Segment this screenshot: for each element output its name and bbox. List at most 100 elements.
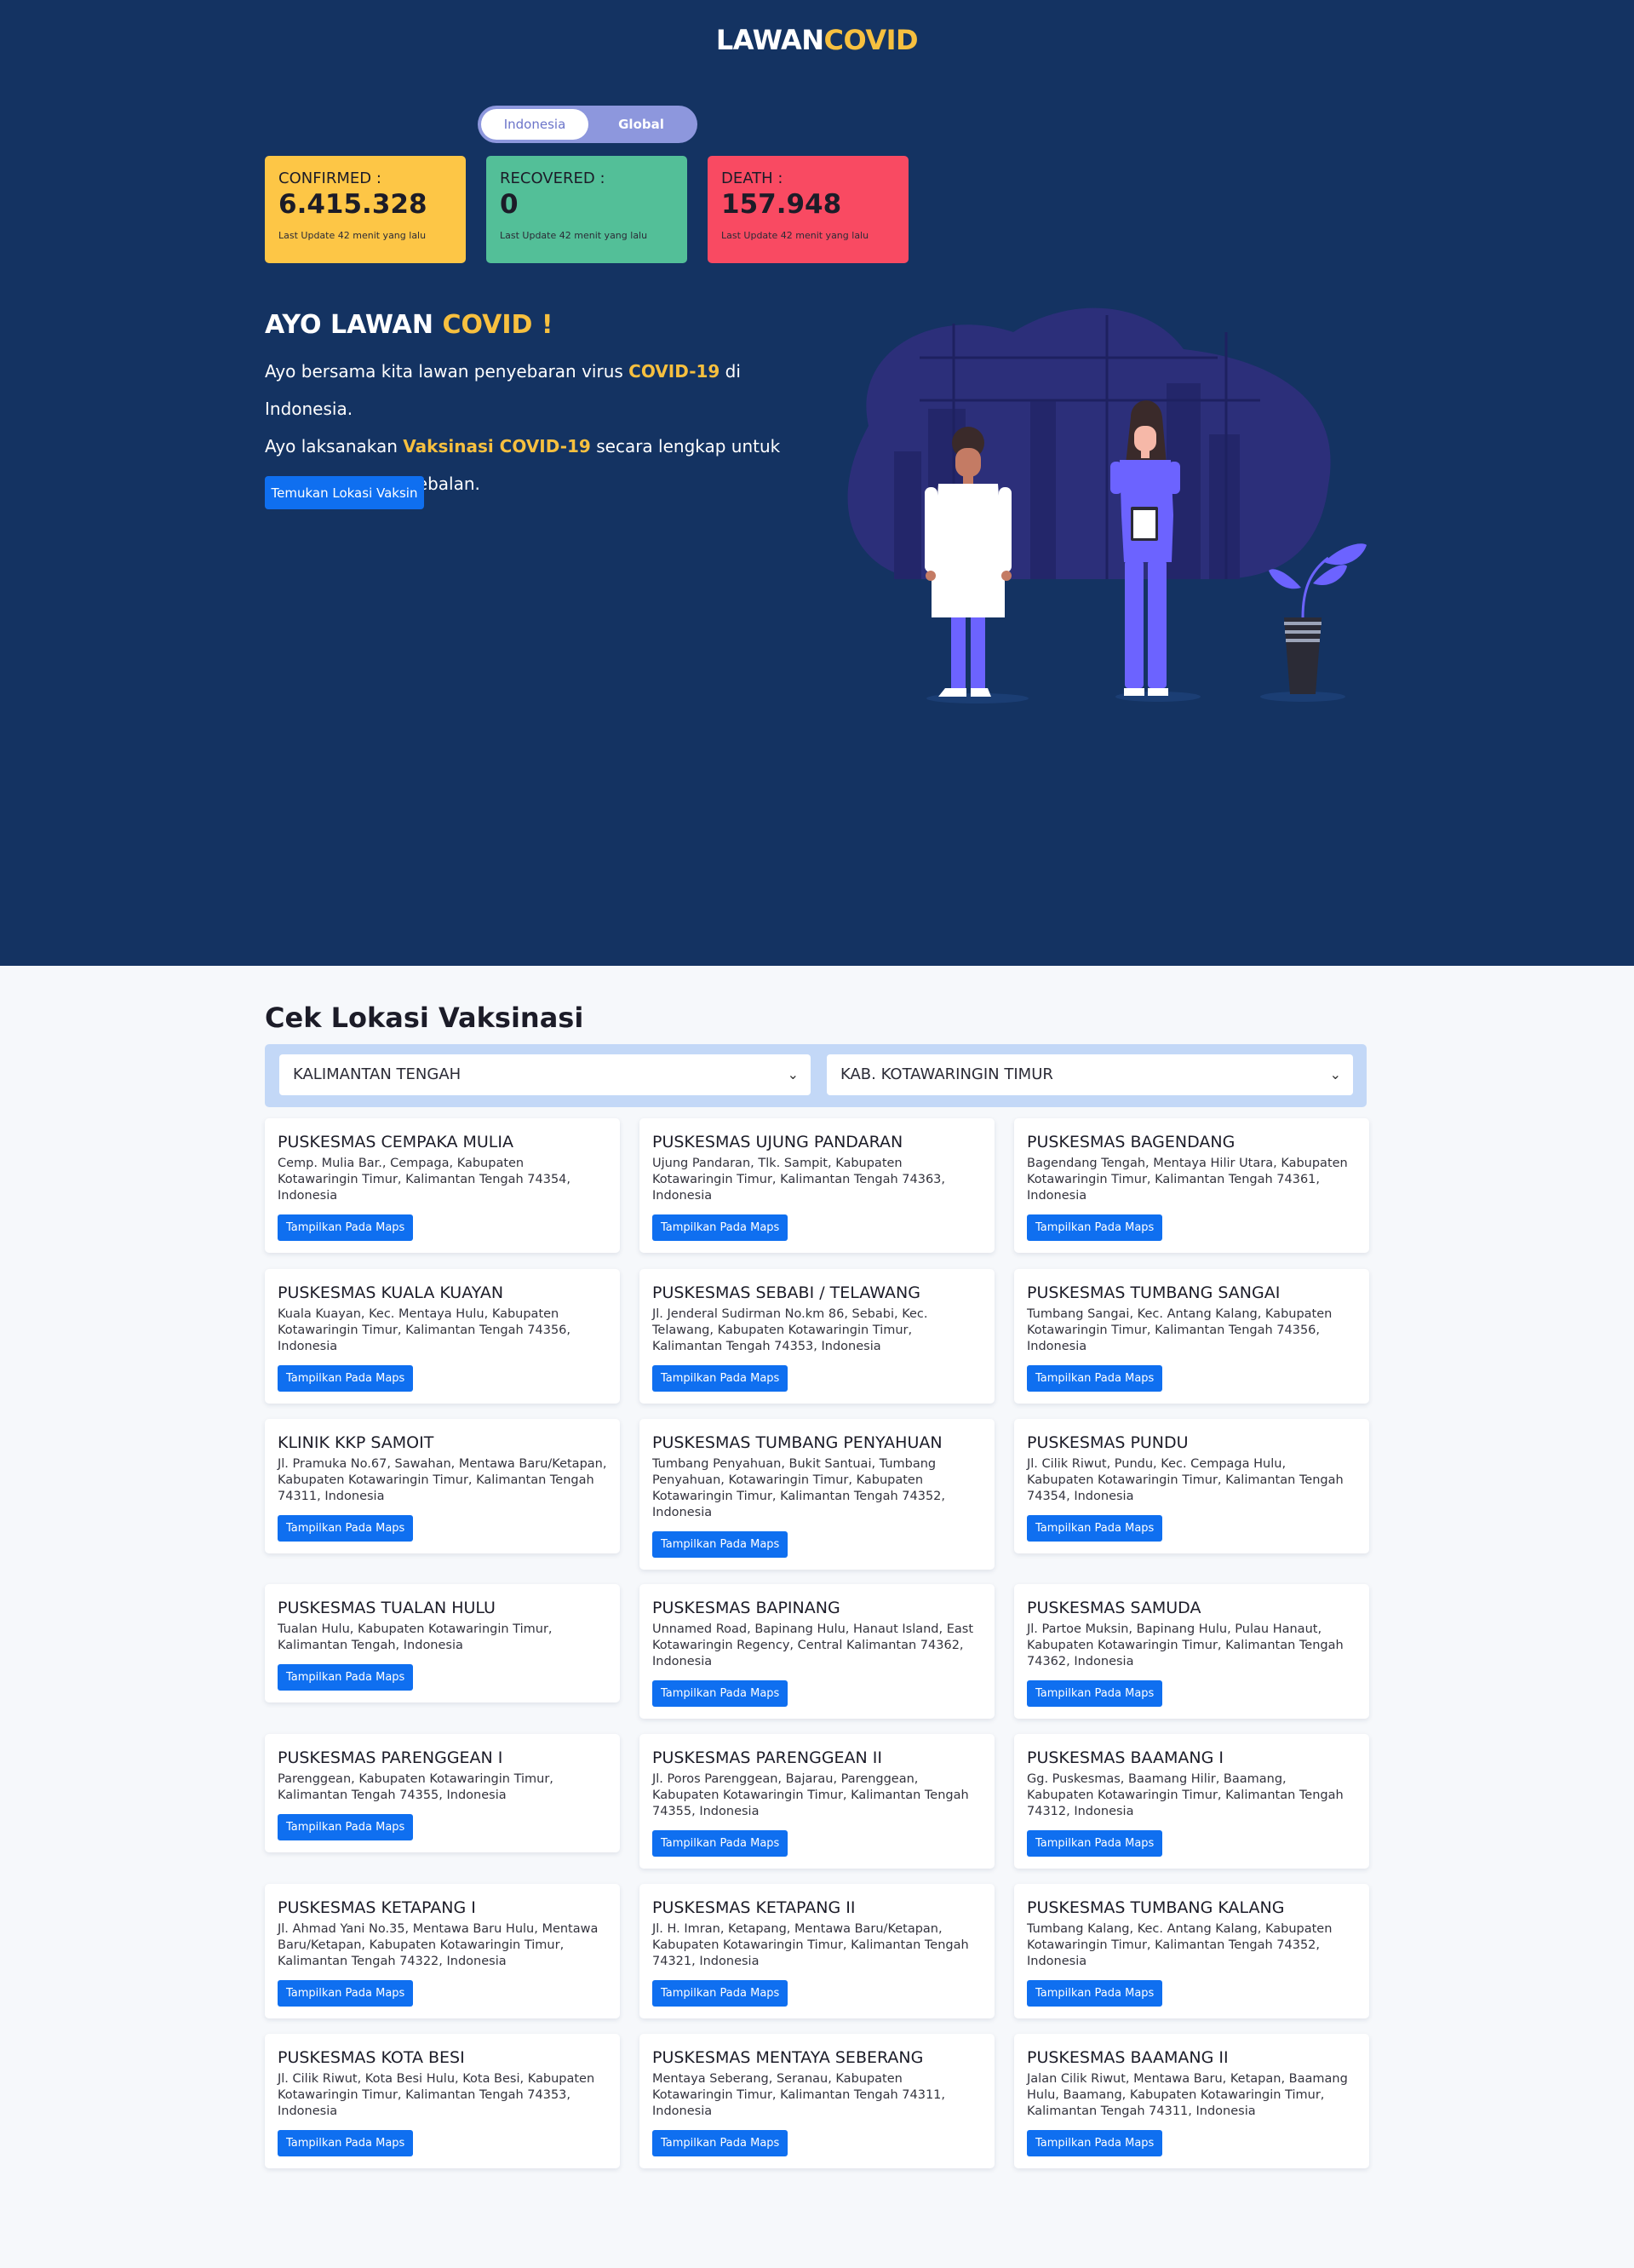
location-name: PUSKESMAS TUALAN HULU — [278, 1599, 496, 1617]
death-card: DEATH : 157.948 Last Update 42 menit yan… — [708, 156, 909, 263]
show-on-maps-button[interactable]: Tampilkan Pada Maps — [278, 1214, 414, 1241]
show-on-maps-button[interactable]: Tampilkan Pada Maps — [652, 2130, 788, 2156]
recovered-card: RECOVERED : 0 Last Update 42 menit yang … — [486, 156, 687, 263]
recovered-label: RECOVERED : — [500, 169, 605, 187]
show-on-maps-button[interactable]: Tampilkan Pada Maps — [278, 1515, 414, 1542]
location-address: Tumbang Sangai, Kec. Antang Kalang, Kabu… — [1027, 1307, 1333, 1353]
location-card: PUSKESMAS BAPINANG Unnamed Road, Bapinang… — [639, 1584, 995, 1719]
toggle-global[interactable]: Global — [588, 109, 694, 140]
location-card: PUSKESMAS KOTA BESI Jl. Cilik Riwut, Kota… — [265, 2034, 620, 2168]
province-select-value: KALIMANTAN TENGAH — [293, 1065, 462, 1083]
location-card: PUSKESMAS PUNDU Jl. Cilik Riwut, Pundu, K… — [1014, 1419, 1369, 1553]
site-logo[interactable]: LAWANCOVID — [0, 24, 1634, 56]
location-card: PUSKESMAS KUALA KUAYAN Kuala Kuayan, Kec.… — [265, 1269, 620, 1404]
location-address: Unnamed Road, Bapinang Hulu, Hanaut Isla… — [652, 1622, 974, 1668]
location-address: Jl. Cilik Riwut, Pundu, Kec. Cempaga Hul… — [1027, 1457, 1344, 1503]
confirmed-card: CONFIRMED : 6.415.328 Last Update 42 men… — [265, 156, 466, 263]
location-card: PUSKESMAS PARENGGEAN II Jl. Poros Parengg… — [639, 1734, 995, 1869]
location-address: Gg. Puskesmas, Baamang Hilir, Baamang, K… — [1027, 1772, 1344, 1818]
toggle-indonesia[interactable]: Indonesia — [481, 109, 588, 140]
hero-section: LAWANCOVID Indonesia Global CONFIRMED : … — [0, 0, 1634, 966]
location-card: PUSKESMAS KETAPANG II Jl. H. Imran, Ketap… — [639, 1884, 995, 2018]
location-card: PUSKESMAS BAAMANG I Gg. Puskesmas, Baaman… — [1014, 1734, 1369, 1869]
find-vaccine-location-button[interactable]: Temukan Lokasi Vaksin — [265, 476, 424, 509]
confirmed-update: Last Update 42 menit yang lalu — [278, 230, 427, 241]
headline-text: AYO LAWAN — [265, 310, 443, 340]
location-card: PUSKESMAS SAMUDA Jl. Partoe Muksin, Bapin… — [1014, 1584, 1369, 1719]
show-on-maps-button[interactable]: Tampilkan Pada Maps — [278, 1664, 414, 1691]
location-address: Parenggean, Kabupaten Kotawaringin Timur… — [278, 1772, 553, 1802]
location-name: PUSKESMAS PARENGGEAN II — [652, 1748, 883, 1767]
location-name: PUSKESMAS KETAPANG I — [278, 1898, 476, 1917]
confirmed-value: 6.415.328 — [278, 189, 427, 220]
location-name: PUSKESMAS TUMBANG KALANG — [1027, 1898, 1285, 1917]
location-address: Bagendang Tengah, Mentaya Hilir Utara, K… — [1027, 1157, 1348, 1203]
logo-part-covid: COVID — [823, 24, 919, 56]
show-on-maps-button[interactable]: Tampilkan Pada Maps — [278, 1980, 414, 2007]
show-on-maps-button[interactable]: Tampilkan Pada Maps — [278, 1365, 414, 1392]
show-on-maps-button[interactable]: Tampilkan Pada Maps — [278, 1814, 414, 1840]
location-card-grid: PUSKESMAS CEMPAKA MULIA Cemp. Mulia Bar.,… — [265, 1118, 1372, 2183]
location-name: PUSKESMAS PUNDU — [1027, 1433, 1189, 1452]
location-name: PUSKESMAS TUMBANG SANGAI — [1027, 1283, 1281, 1302]
show-on-maps-button[interactable]: Tampilkan Pada Maps — [652, 1830, 788, 1857]
location-name: PUSKESMAS SAMUDA — [1027, 1599, 1201, 1617]
location-address: Jl. Partoe Muksin, Bapinang Hulu, Pulau … — [1027, 1622, 1344, 1668]
death-update: Last Update 42 menit yang lalu — [721, 230, 869, 241]
lead-text-3: Ayo laksanakan — [265, 436, 404, 456]
doctors-illustration — [847, 307, 1367, 703]
location-name: PUSKESMAS BAGENDANG — [1027, 1133, 1236, 1151]
location-address: Jl. Poros Parenggean, Bajarau, Parenggea… — [652, 1772, 969, 1818]
location-card: PUSKESMAS KETAPANG I Jl. Ahmad Yani No.35… — [265, 1884, 620, 2018]
show-on-maps-button[interactable]: Tampilkan Pada Maps — [1027, 1680, 1163, 1707]
location-card: PUSKESMAS BAGENDANG Bagendang Tengah, Men… — [1014, 1118, 1369, 1253]
lead-text-1: Ayo bersama kita lawan penyebaran virus — [265, 361, 629, 382]
show-on-maps-button[interactable]: Tampilkan Pada Maps — [1027, 1830, 1163, 1857]
location-address: Jl. Ahmad Yani No.35, Mentawa Baru Hulu,… — [278, 1922, 599, 1968]
show-on-maps-button[interactable]: Tampilkan Pada Maps — [652, 1680, 788, 1707]
show-on-maps-button[interactable]: Tampilkan Pada Maps — [652, 1531, 788, 1558]
plant-figure — [1269, 543, 1367, 694]
show-on-maps-button[interactable]: Tampilkan Pada Maps — [1027, 1980, 1163, 2007]
province-select[interactable]: KALIMANTAN TENGAH ⌄ — [279, 1054, 811, 1095]
hero-headline: AYO LAWAN COVID ! — [265, 310, 553, 340]
location-filter-bar: KALIMANTAN TENGAH ⌄ KAB. KOTAWARINGIN TI… — [265, 1044, 1367, 1107]
location-card: KLINIK KKP SAMOIT Jl. Pramuka No.67, Sawa… — [265, 1419, 620, 1553]
location-name: PUSKESMAS KETAPANG II — [652, 1898, 856, 1917]
location-card: PUSKESMAS UJUNG PANDARAN Ujung Pandaran, … — [639, 1118, 995, 1253]
location-address: Cemp. Mulia Bar., Cempaga, Kabupaten Kot… — [278, 1157, 571, 1203]
regency-select[interactable]: KAB. KOTAWARINGIN TIMUR ⌄ — [827, 1054, 1353, 1095]
show-on-maps-button[interactable]: Tampilkan Pada Maps — [1027, 1365, 1163, 1392]
location-card: PUSKESMAS PARENGGEAN I Parenggean, Kabupa… — [265, 1734, 620, 1852]
show-on-maps-button[interactable]: Tampilkan Pada Maps — [652, 1980, 788, 2007]
location-address: Tumbang Kalang, Kec. Antang Kalang, Kabu… — [1027, 1922, 1333, 1968]
location-name: PUSKESMAS SEBABI / TELAWANG — [652, 1283, 920, 1302]
show-on-maps-button[interactable]: Tampilkan Pada Maps — [278, 2130, 414, 2156]
location-address: Jl. Cilik Riwut, Kota Besi Hulu, Kota Be… — [278, 2072, 595, 2118]
location-name: PUSKESMAS KUALA KUAYAN — [278, 1283, 504, 1302]
location-name: PUSKESMAS TUMBANG PENYAHUAN — [652, 1433, 943, 1452]
location-address: Jl. Jenderal Sudirman No.km 86, Sebabi, … — [652, 1307, 928, 1353]
show-on-maps-button[interactable]: Tampilkan Pada Maps — [652, 1365, 788, 1392]
location-card: PUSKESMAS MENTAYA SEBERANG Mentaya Sebera… — [639, 2034, 995, 2168]
location-card: PUSKESMAS CEMPAKA MULIA Cemp. Mulia Bar.,… — [265, 1118, 620, 1253]
location-card: PUSKESMAS TUMBANG KALANG Tumbang Kalang, … — [1014, 1884, 1369, 2018]
location-name: PUSKESMAS BAPINANG — [652, 1599, 840, 1617]
location-address: Tumbang Penyahuan, Bukit Santuai, Tumban… — [652, 1457, 946, 1519]
show-on-maps-button[interactable]: Tampilkan Pada Maps — [652, 1214, 788, 1241]
chevron-down-icon: ⌄ — [1329, 1066, 1341, 1082]
death-value: 157.948 — [721, 189, 842, 220]
location-name: PUSKESMAS UJUNG PANDARAN — [652, 1133, 903, 1151]
region-toggle: Indonesia Global — [478, 106, 697, 143]
location-address: Tualan Hulu, Kabupaten Kotawaringin Timu… — [278, 1622, 553, 1652]
regency-select-value: KAB. KOTAWARINGIN TIMUR — [840, 1065, 1053, 1083]
show-on-maps-button[interactable]: Tampilkan Pada Maps — [1027, 1214, 1163, 1241]
confirmed-label: CONFIRMED : — [278, 169, 381, 187]
show-on-maps-button[interactable]: Tampilkan Pada Maps — [1027, 1515, 1163, 1542]
location-name: PUSKESMAS CEMPAKA MULIA — [278, 1133, 513, 1151]
location-card: PUSKESMAS TUMBANG SANGAI Tumbang Sangai, … — [1014, 1269, 1369, 1404]
location-name: PUSKESMAS BAAMANG II — [1027, 2048, 1229, 2067]
location-name: PUSKESMAS MENTAYA SEBERANG — [652, 2048, 924, 2067]
show-on-maps-button[interactable]: Tampilkan Pada Maps — [1027, 2130, 1163, 2156]
chevron-down-icon: ⌄ — [787, 1066, 799, 1082]
